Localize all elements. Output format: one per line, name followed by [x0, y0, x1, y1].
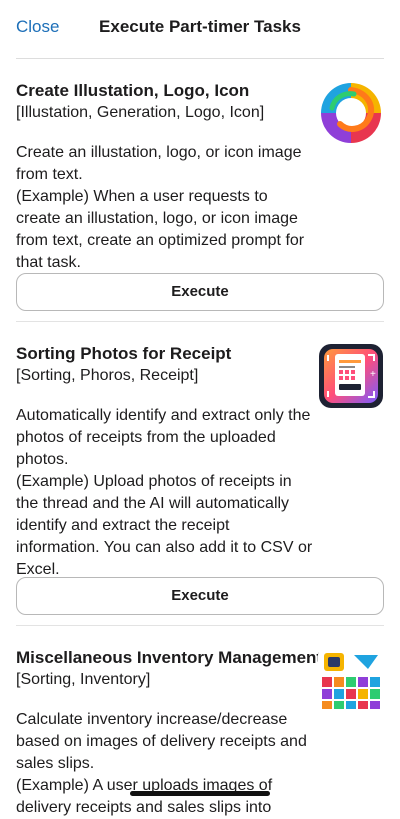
task-tags: [Sorting, Inventory] — [16, 671, 151, 688]
task-description: Automatically identify and extract only … — [16, 407, 313, 578]
header-divider — [16, 58, 384, 59]
receipt-scan-icon: + — [319, 344, 383, 408]
task-divider — [16, 625, 384, 626]
execute-button[interactable]: Execute — [16, 273, 384, 311]
home-indicator — [130, 791, 270, 796]
execute-button[interactable]: Execute — [16, 577, 384, 615]
page-title: Execute Part-timer Tasks — [99, 17, 301, 36]
task-tags: [Illustation, Generation, Logo, Icon] — [16, 104, 265, 121]
header-bar: Close Execute Part-timer Tasks — [0, 0, 400, 56]
task-title: Create Illustation, Logo, Icon — [16, 81, 250, 100]
colorful-swirl-logo-icon — [319, 81, 383, 145]
task-title: Miscellaneous Inventory Management — [16, 648, 323, 667]
task-card-receipt: Sorting Photos for Receipt [Sorting, Pho… — [16, 343, 384, 578]
task-card-inventory: Miscellaneous Inventory Management [Sort… — [16, 647, 384, 816]
inventory-boxes-icon — [318, 647, 384, 713]
svg-text:+: + — [370, 369, 376, 380]
task-divider — [16, 321, 384, 322]
task-description: Calculate inventory increase/decrease ba… — [16, 711, 307, 816]
task-title: Sorting Photos for Receipt — [16, 344, 232, 363]
task-description: Create an illustation, logo, or icon ima… — [16, 144, 305, 271]
close-button[interactable]: Close — [16, 17, 59, 37]
task-tags: [Sorting, Phoros, Receipt] — [16, 367, 199, 384]
